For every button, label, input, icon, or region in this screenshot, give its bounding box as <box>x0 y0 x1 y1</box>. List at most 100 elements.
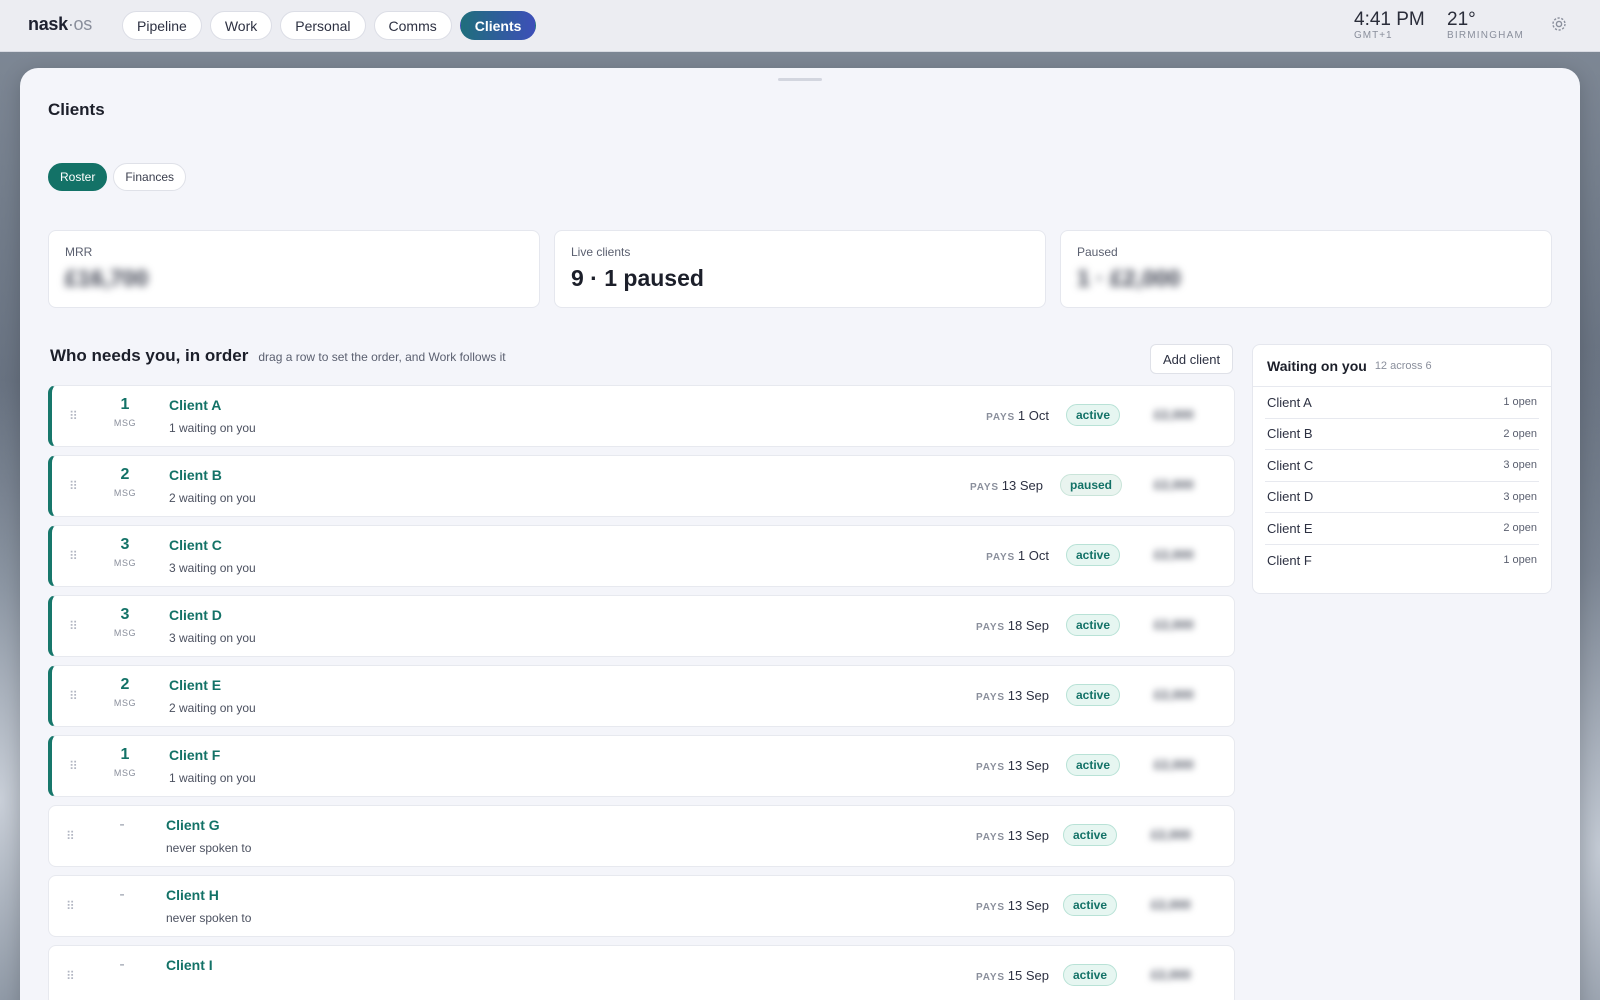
client-name[interactable]: Client G <box>166 817 220 833</box>
drag-handle-icon[interactable]: ⠿ <box>69 550 79 562</box>
tab-roster[interactable]: Roster <box>48 163 108 191</box>
clock: 4:41 PM GMT+1 <box>1354 9 1425 41</box>
client-amount: £2,000 <box>1154 547 1194 562</box>
client-row[interactable]: ⠿ 2 MSG Client B 2 waiting on you PAYS 13… <box>48 455 1235 517</box>
top-bar: nask·os Pipeline Work Personal Comms Cli… <box>0 0 1600 52</box>
brand-logo[interactable]: nask·os <box>28 14 92 35</box>
nav-pipeline[interactable]: Pipeline <box>122 11 202 40</box>
stat-live-clients: Live clients 9 · 1 paused <box>554 230 1046 308</box>
waiting-item[interactable]: Client F 1 open <box>1265 545 1539 577</box>
waiting-client-name: Client D <box>1267 489 1314 505</box>
clock-time: 4:41 PM <box>1354 9 1425 30</box>
status-badge: active <box>1063 964 1118 986</box>
client-row[interactable]: ⠿ - Client H never spoken to PAYS 13 Sep … <box>48 875 1235 937</box>
client-amount: £2,000 <box>1154 407 1194 422</box>
client-row[interactable]: ⠿ - Client G never spoken to PAYS 13 Sep … <box>48 805 1235 867</box>
nav-comms[interactable]: Comms <box>373 11 452 40</box>
waiting-item[interactable]: Client A 1 open <box>1265 387 1539 419</box>
tab-finances[interactable]: Finances <box>113 163 187 191</box>
waiting-on-you-panel: Waiting on you 12 across 6 Client A 1 op… <box>1252 344 1552 594</box>
client-subtitle: 1 waiting on you <box>169 771 256 785</box>
client-amount: £2,000 <box>1154 477 1194 492</box>
drag-handle-icon[interactable]: ⠿ <box>66 970 76 982</box>
waiting-list: Client A 1 open Client B 2 open Client C… <box>1253 387 1551 576</box>
drag-handle-icon[interactable]: ⠿ <box>66 830 76 842</box>
message-count-number: - <box>119 956 125 973</box>
nav-work[interactable]: Work <box>209 11 273 40</box>
client-row[interactable]: ⠿ 3 MSG Client C 3 waiting on you PAYS 1 … <box>48 525 1235 587</box>
client-subtitle: never spoken to <box>166 841 252 855</box>
status-badge: active <box>1063 894 1118 916</box>
sheet-grabber[interactable] <box>778 78 822 81</box>
add-client-button[interactable]: Add client <box>1150 344 1234 374</box>
client-row[interactable]: ⠿ 1 MSG Client A 1 waiting on you PAYS 1 … <box>48 385 1235 447</box>
message-count: 2 MSG <box>110 466 140 498</box>
client-name[interactable]: Client H <box>166 887 219 903</box>
section-hint: drag a row to set the order, and Work fo… <box>258 350 506 364</box>
message-count-unit: MSG <box>113 628 137 638</box>
nav-clients[interactable]: Clients <box>459 11 537 40</box>
waiting-item[interactable]: Client C 3 open <box>1265 450 1539 482</box>
waiting-header: Waiting on you 12 across 6 <box>1253 345 1551 387</box>
drag-handle-icon[interactable]: ⠿ <box>69 760 79 772</box>
stat-value: 9 · 1 paused <box>571 265 704 291</box>
stat-label: Paused <box>1077 245 1118 259</box>
drag-handle-icon[interactable]: ⠿ <box>69 620 79 632</box>
pays-value: 13 Sep <box>1007 688 1049 703</box>
client-subtitle: never spoken to <box>166 911 252 925</box>
drag-handle-icon[interactable]: ⠿ <box>69 480 79 492</box>
subtabs: Roster Finances <box>48 163 187 191</box>
status-badge: active <box>1066 754 1121 776</box>
stat-label: Live clients <box>571 245 631 259</box>
client-name[interactable]: Client F <box>169 747 220 763</box>
pays-key: PAYS <box>976 762 1005 773</box>
client-amount: £2,000 <box>1151 967 1191 982</box>
waiting-item[interactable]: Client B 2 open <box>1265 419 1539 450</box>
waiting-client-name: Client E <box>1267 520 1313 536</box>
client-name[interactable]: Client A <box>169 397 221 413</box>
waiting-open-count: 1 open <box>1503 396 1537 409</box>
pays-key: PAYS <box>976 972 1005 983</box>
client-name[interactable]: Client B <box>169 467 222 483</box>
client-row[interactable]: ⠿ 1 MSG Client F 1 waiting on you PAYS 13… <box>48 735 1235 797</box>
client-amount: £2,000 <box>1154 687 1194 702</box>
status-badge: active <box>1066 404 1121 426</box>
client-row[interactable]: ⠿ - Client I PAYS 15 Sep active £2,000 <box>48 945 1235 1000</box>
pays-key: PAYS <box>976 622 1005 633</box>
pays-value: 18 Sep <box>1007 618 1049 633</box>
waiting-item[interactable]: Client E 2 open <box>1265 513 1539 545</box>
client-name[interactable]: Client I <box>166 957 213 973</box>
client-name[interactable]: Client C <box>169 537 222 553</box>
gear-icon[interactable] <box>1551 16 1567 32</box>
message-count: - <box>107 816 137 838</box>
pays-date: PAYS 13 Sep <box>976 898 1049 913</box>
message-count-unit: MSG <box>113 558 137 568</box>
drag-handle-icon[interactable]: ⠿ <box>69 410 79 422</box>
waiting-item[interactable]: Client D 3 open <box>1265 482 1539 513</box>
message-count-number: 2 <box>120 676 130 693</box>
main-nav: Pipeline Work Personal Comms Clients <box>122 11 537 40</box>
pays-date: PAYS 15 Sep <box>976 968 1049 983</box>
stat-mrr: MRR £16,700 <box>48 230 540 308</box>
client-row[interactable]: ⠿ 3 MSG Client D 3 waiting on you PAYS 18… <box>48 595 1235 657</box>
client-name[interactable]: Client E <box>169 677 221 693</box>
status-badge: active <box>1066 614 1121 636</box>
pays-key: PAYS <box>976 692 1005 703</box>
drag-handle-icon[interactable]: ⠿ <box>69 690 79 702</box>
nav-personal[interactable]: Personal <box>280 11 366 40</box>
pays-date: PAYS 13 Sep <box>976 688 1049 703</box>
stat-paused: Paused 1 · £2,000 <box>1060 230 1552 308</box>
client-row[interactable]: ⠿ 2 MSG Client E 2 waiting on you PAYS 13… <box>48 665 1235 727</box>
pays-date: PAYS 18 Sep <box>976 618 1049 633</box>
waiting-client-name: Client C <box>1267 457 1314 473</box>
message-count-unit: MSG <box>113 698 137 708</box>
waiting-client-name: Client A <box>1267 394 1312 410</box>
pays-value: 1 Oct <box>1017 408 1049 423</box>
pays-date: PAYS 13 Sep <box>976 758 1049 773</box>
drag-handle-icon[interactable]: ⠿ <box>66 900 76 912</box>
page-title: Clients <box>48 100 105 119</box>
section-title: Who needs you, in order <box>50 346 249 365</box>
client-list: ⠿ 1 MSG Client A 1 waiting on you PAYS 1 … <box>48 385 1235 1000</box>
client-name[interactable]: Client D <box>169 607 222 623</box>
status-badge: active <box>1066 544 1121 566</box>
